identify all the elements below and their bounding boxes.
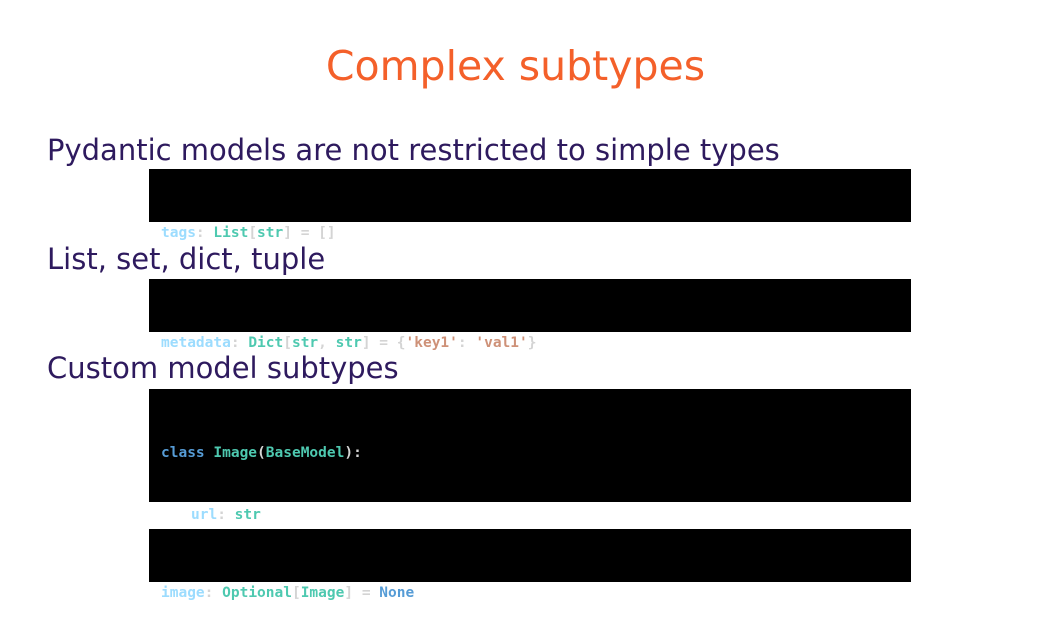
code-token-type: Dict — [248, 335, 284, 351]
code-token-punct: ] = { — [361, 335, 406, 351]
code-token-punct: ] = — [344, 585, 380, 601]
code-line: url: str — [161, 500, 899, 530]
code-token-keyword: class — [161, 445, 205, 461]
code-token-punct: [ — [283, 335, 292, 351]
code-token-identifier: tags — [161, 225, 196, 241]
code-token-identifier: url — [191, 507, 218, 523]
code-line: image: Optional[Image] = None — [161, 578, 899, 608]
code-block-image-class: class Image(BaseModel): url: str alias: … — [149, 389, 911, 585]
code-token-punct: [ — [291, 585, 301, 601]
code-line: class Image(BaseModel): — [161, 438, 899, 468]
code-token-punct: : — [204, 585, 223, 601]
code-token-punct: [ — [248, 225, 258, 241]
heading-custom-subtypes: Custom model subtypes — [47, 351, 399, 385]
code-token-punct: , — [318, 335, 336, 351]
code-token-string: 'key1' — [405, 335, 458, 351]
code-token-punct: ] = [] — [283, 225, 336, 241]
code-token-type: Image — [300, 585, 345, 601]
code-token-punct: : — [457, 335, 476, 351]
code-token-identifier: metadata — [161, 335, 231, 351]
code-token-identifier: image — [161, 585, 205, 601]
code-token-type: List — [213, 225, 249, 241]
code-token-punct: ): — [344, 445, 362, 461]
code-token-type: str — [234, 507, 261, 523]
code-token-punct: : — [230, 335, 249, 351]
heading-simple-types: Pydantic models are not restricted to si… — [47, 133, 780, 167]
code-token-punct: } — [527, 335, 537, 351]
code-token-punct: ( — [257, 445, 266, 461]
code-token-keyword: None — [379, 585, 415, 601]
heading-collections: List, set, dict, tuple — [47, 242, 326, 276]
code-token-punct: : — [217, 507, 235, 523]
code-token-type: Optional — [222, 585, 292, 601]
code-token-punct: : — [195, 225, 214, 241]
code-token-type: str — [291, 335, 319, 351]
code-block-tags: tags: List[str] = [] — [149, 169, 911, 241]
slide-title: Complex subtypes — [325, 42, 706, 90]
code-token-string: 'val1' — [475, 335, 528, 351]
code-token-type: str — [335, 335, 362, 351]
code-token-type: str — [257, 225, 284, 241]
code-token-type: BaseModel — [265, 445, 345, 461]
code-block-metadata: metadata: Dict[str, str] = {'key1': 'val… — [149, 279, 911, 351]
code-block-optional-image: image: Optional[Image] = None — [149, 529, 911, 601]
code-token-type: Image — [213, 445, 258, 461]
slide: Complex subtypes Pydantic models are not… — [0, 0, 1055, 611]
